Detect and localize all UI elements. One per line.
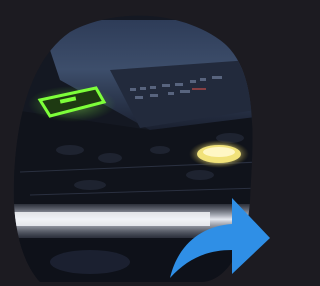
share-button[interactable] [168, 192, 272, 282]
green-display-glow [28, 86, 116, 122]
share-arrow-icon [170, 198, 270, 278]
image-viewer [0, 0, 272, 282]
